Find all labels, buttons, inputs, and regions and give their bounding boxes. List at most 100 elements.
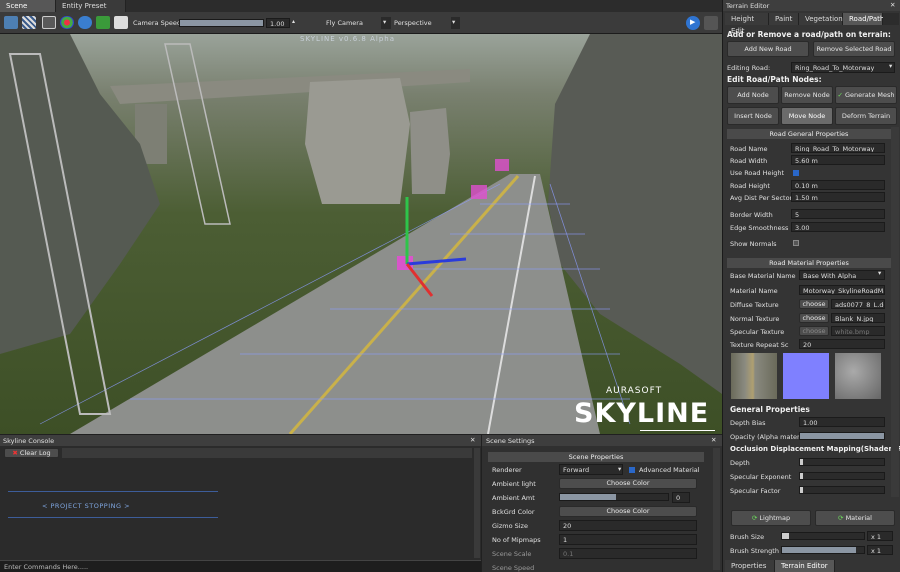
advanced-material-label: Advanced Material [639,466,700,474]
edge-smoothness-field[interactable]: 3.00 [791,222,885,232]
tab-terrain-editor[interactable]: Terrain Editor [775,560,835,572]
gizmo-size-field[interactable]: 20 [559,520,697,531]
road-name-field[interactable]: Ring_Road_To_Motorway [791,143,885,153]
scene-scale-label: Scene Scale [492,550,532,558]
settings-icon[interactable] [704,16,718,30]
close-icon[interactable]: ✕ [470,436,475,444]
refresh-icon: ⟳ [751,514,758,522]
road-height-field[interactable]: 0.10 m [791,180,885,190]
ambient-light-color-button[interactable]: Choose Color [559,478,697,489]
normal-choose-button[interactable]: choose [799,313,829,323]
brush-size-multiplier[interactable]: x 1 [867,531,893,541]
specular-texture-field[interactable]: white.bmp [831,326,885,336]
brush-strength-multiplier[interactable]: x 1 [867,545,893,555]
border-width-field[interactable]: 5 [791,209,885,219]
specular-preview [835,353,881,399]
close-icon[interactable]: ✕ [711,436,716,444]
editing-road-select[interactable]: Ring_Road_To_Motorway [791,62,895,73]
scene-settings-panel: Scene Settings ✕ Scene Properties Render… [482,435,722,572]
depth-bias-label: Depth Bias [730,419,766,427]
road-width-field[interactable]: 5.60 m [791,155,885,165]
scene-properties-header: Scene Properties [488,452,704,462]
renderer-select[interactable]: Forward [559,464,623,475]
scene-icon[interactable] [4,16,18,29]
material-name-field[interactable]: Motorway_SkylineRoadMaterial [799,285,885,295]
ambient-amount-slider[interactable] [559,493,669,501]
console-divider [8,491,218,492]
tab-paint[interactable]: Paint [769,13,799,25]
background-color-button[interactable]: Choose Color [559,506,697,517]
specular-choose-button[interactable]: choose [799,326,829,336]
remove-road-button[interactable]: Remove Selected Road [813,41,895,57]
brush-size-label: Brush Size [730,533,765,541]
scene-render [0,34,722,434]
specular-factor-slider[interactable] [799,486,885,494]
ambient-amount-value[interactable]: 0 [672,492,690,503]
avg-dist-field[interactable]: 1.50 m [791,192,885,202]
tab-scene-editor[interactable]: Scene Editor [0,0,56,22]
specular-exponent-slider[interactable] [799,472,885,480]
remove-node-button[interactable]: Remove Node [781,86,833,104]
normal-texture-field[interactable]: Blank_N.jpg [831,313,885,323]
move-node-button[interactable]: Move Node [781,107,833,125]
texture-repeat-field[interactable]: 20 [799,339,885,349]
show-normals-label: Show Normals [730,240,777,248]
mipmaps-field[interactable]: 1 [559,534,697,545]
texture-repeat-label: Texture Repeat Sc [730,341,789,349]
tab-scroll-arrows[interactable] [883,13,899,25]
add-road-button[interactable]: Add New Road [727,41,809,57]
camera-mode-select[interactable]: Fly Camera [326,19,363,27]
generate-mesh-button[interactable]: ✓ Generate Mesh [835,86,897,104]
tab-entity-preset-editor[interactable]: Entity Preset Editor [56,0,126,22]
brush-strength-label: Brush Strength [730,547,779,555]
camera-icon[interactable] [114,16,128,29]
lightmap-button[interactable]: ⟳ Lightmap [731,510,811,526]
depth-slider[interactable] [799,458,885,466]
depth-bias-field[interactable]: 1.00 [799,417,885,427]
terrain-scrollbar[interactable] [891,127,899,497]
advanced-material-checkbox[interactable] [629,467,635,473]
viewport[interactable]: SKYLINE v0.6.8 Alpha AURASOFT SKYLINE [0,34,722,434]
scene-scale-field[interactable]: 0.1 [559,548,697,559]
diffuse-choose-button[interactable]: choose [799,299,829,309]
road-node[interactable] [471,185,487,199]
camera-speed-slider[interactable] [179,19,264,27]
opacity-slider[interactable] [799,432,885,440]
tab-vegetation[interactable]: Vegetation [799,13,843,25]
rock-large [305,78,410,204]
brush-size-slider[interactable] [781,532,865,540]
camera-speed-label: Camera Speed : [133,19,186,27]
chevron-down-icon: ▾ [618,465,622,473]
show-normals-checkbox[interactable] [793,240,799,246]
use-road-height-checkbox[interactable] [793,170,799,176]
scene-settings-scrollbar[interactable] [713,448,720,570]
clear-log-button[interactable]: ✖ Clear Log [4,448,59,458]
camera-speed-value[interactable]: 1.00 [266,18,290,28]
tab-properties[interactable]: Properties [725,560,775,572]
base-material-select[interactable]: Base With Alpha [799,270,885,280]
specular-texture-label: Specular Texture [730,328,785,336]
colors-icon[interactable] [60,16,74,29]
tab-height-edit[interactable]: Height Edit [725,13,769,35]
terrain-icon[interactable] [96,16,110,29]
insert-node-button[interactable]: Insert Node [727,107,779,125]
road-node[interactable] [495,159,509,171]
grid-icon[interactable] [22,16,36,29]
console-input[interactable]: Enter Commands Here..... [0,560,481,572]
camera-speed-stepper[interactable]: ▴ [292,18,295,25]
console-scrollbar[interactable] [474,448,480,558]
globe-icon[interactable] [78,16,92,29]
tab-road-path[interactable]: Road/Path [843,13,884,25]
material-button[interactable]: ⟳ Material [815,510,895,526]
snap-icon[interactable] [42,16,56,29]
clear-icon: ✖ [12,449,18,457]
terrain-titlebar: Terrain Editor ✕ [723,0,900,11]
projection-select[interactable]: Perspective [394,19,432,27]
material-label: Material [845,514,872,522]
deform-terrain-button[interactable]: Deform Terrain [835,107,897,125]
close-icon[interactable]: ✕ [890,1,895,9]
console-panel: Skyline Console ✕ ✖ Clear Log < PROJECT … [0,435,481,572]
diffuse-texture-field[interactable]: ads0077_8_L.dds [831,299,885,309]
brush-strength-slider[interactable] [781,546,865,554]
add-node-button[interactable]: Add Node [727,86,779,104]
